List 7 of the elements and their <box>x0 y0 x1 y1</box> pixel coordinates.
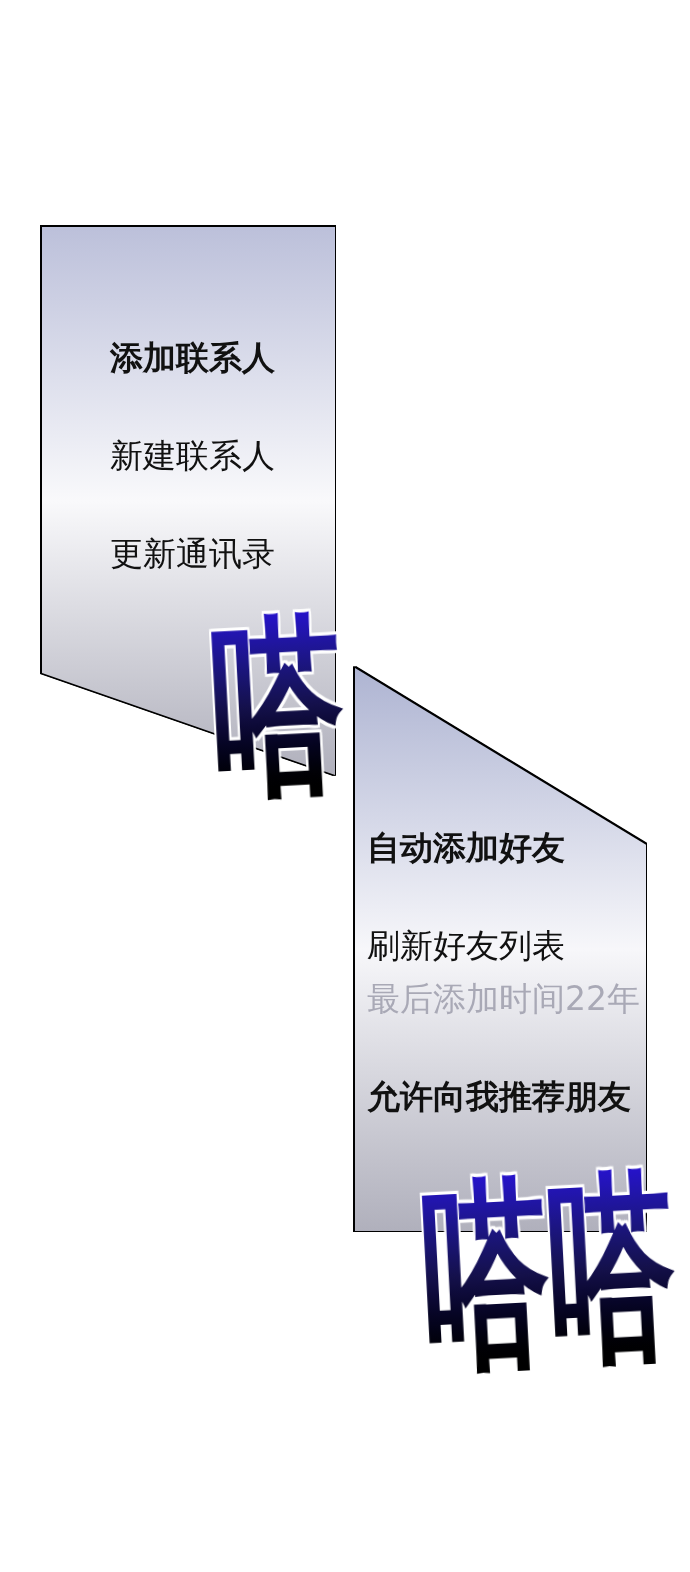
menu-title: 自动添加好友 <box>367 829 565 867</box>
menu-title: 添加联系人 <box>110 339 275 377</box>
menu-title: 允许向我推荐朋友 <box>367 1078 631 1116</box>
menu-item[interactable]: 刷新好友列表 <box>367 927 565 965</box>
menu-item[interactable]: 新建联系人 <box>110 437 275 475</box>
menu-item[interactable]: 更新通讯录 <box>110 535 275 573</box>
menu-item-note: 最后添加时间22年 <box>367 980 640 1018</box>
